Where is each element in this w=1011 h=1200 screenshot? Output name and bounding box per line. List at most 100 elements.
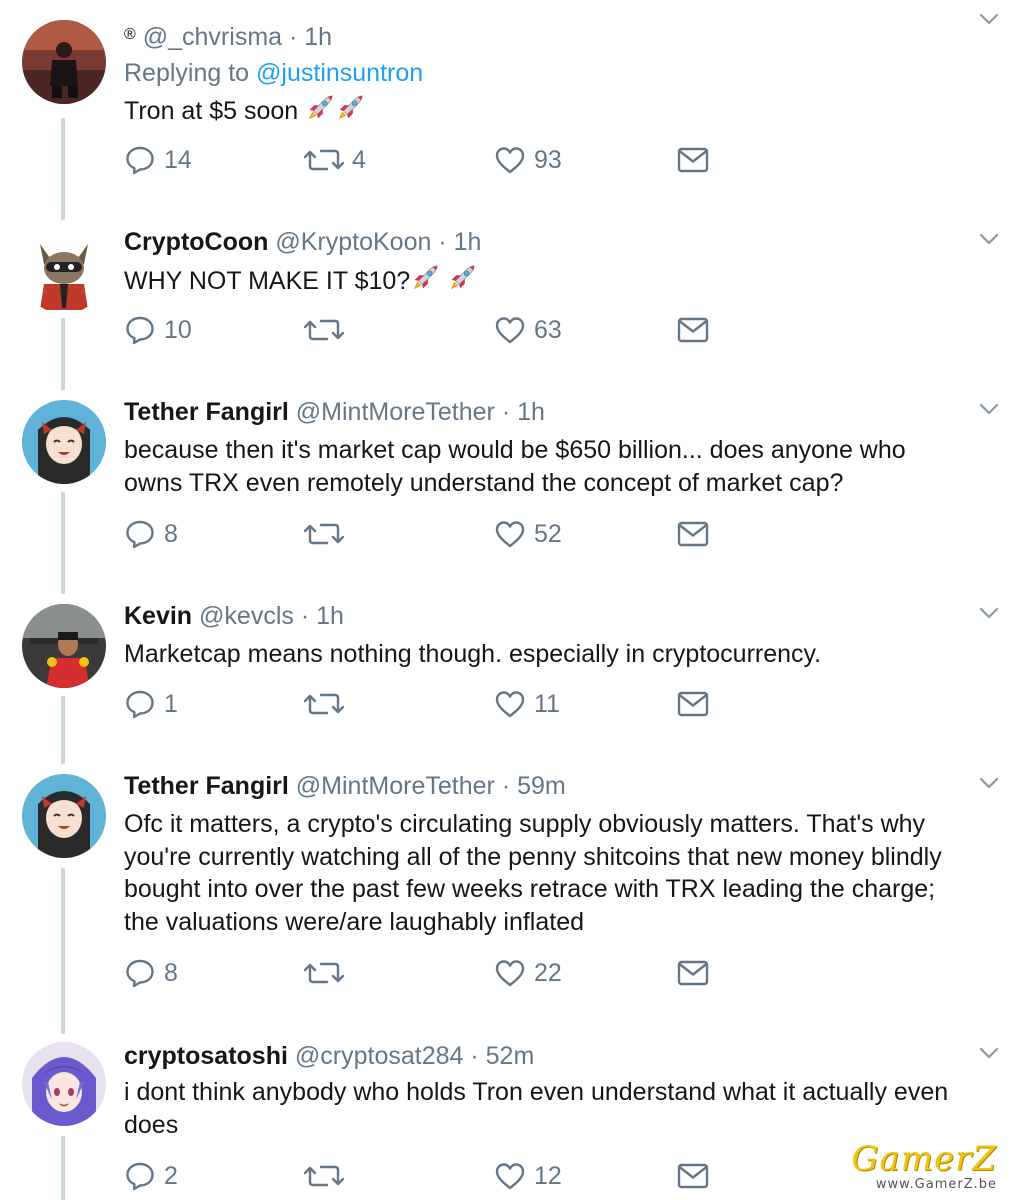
reply-count: 14 xyxy=(164,145,192,174)
like-button[interactable]: 93 xyxy=(494,140,562,180)
reply-mention-link[interactable]: @justinsuntron xyxy=(256,59,423,87)
retweet-button[interactable] xyxy=(304,1156,352,1196)
user-handle[interactable]: @kevcls xyxy=(199,602,294,630)
tweet-header: cryptosatoshi @cryptosat284 · 52m xyxy=(124,1039,534,1073)
timestamp[interactable]: 1h xyxy=(304,23,332,51)
tweet-text-line: because then it's market cap would be $6… xyxy=(124,436,906,464)
chevron-down-icon[interactable] xyxy=(979,606,999,624)
retweet-button[interactable] xyxy=(304,310,352,350)
chevron-down-icon[interactable] xyxy=(979,232,999,250)
message-button[interactable] xyxy=(677,1156,709,1196)
message-button[interactable] xyxy=(677,514,709,554)
like-count: 52 xyxy=(534,519,562,548)
display-name[interactable]: Tether Fangirl xyxy=(124,398,289,426)
like-icon xyxy=(494,518,526,550)
avatar[interactable] xyxy=(22,230,106,314)
tweet-header: Tether Fangirl @MintMoreTether · 1h xyxy=(124,395,545,429)
retweet-count: 4 xyxy=(352,145,366,174)
avatar[interactable] xyxy=(22,604,106,688)
timestamp[interactable]: 1h xyxy=(454,228,482,256)
retweet-button[interactable] xyxy=(304,953,352,993)
rocket-emoji xyxy=(335,93,365,123)
user-handle[interactable]: @_chvrisma xyxy=(143,23,282,51)
reply-count: 8 xyxy=(164,958,178,987)
like-button[interactable]: 52 xyxy=(494,514,562,554)
tweet-text-line: Ofc it matters, a crypto's circulating s… xyxy=(124,810,926,838)
like-button[interactable]: 12 xyxy=(494,1156,562,1196)
like-button[interactable]: 22 xyxy=(494,953,562,993)
retweet-button[interactable] xyxy=(304,684,352,724)
avatar[interactable] xyxy=(22,774,106,858)
user-handle[interactable]: @MintMoreTether xyxy=(296,772,495,800)
like-button[interactable]: 11 xyxy=(494,684,560,724)
tweet[interactable]: Tether Fangirl @MintMoreTether · 59m Ofc… xyxy=(0,764,1011,1034)
timestamp[interactable]: 59m xyxy=(517,772,566,800)
rocket-emoji xyxy=(410,263,440,293)
replying-to: Replying to @justinsuntron xyxy=(124,56,423,90)
display-name[interactable]: CryptoCoon xyxy=(124,228,268,256)
reply-count: 8 xyxy=(164,519,178,548)
retweet-button[interactable] xyxy=(304,514,352,554)
tweet[interactable]: Tether Fangirl @MintMoreTether · 1h beca… xyxy=(0,390,1011,594)
message-button[interactable] xyxy=(677,310,709,350)
reply-icon xyxy=(124,314,156,346)
reply-button[interactable]: 8 xyxy=(124,953,178,993)
chevron-down-icon[interactable] xyxy=(979,402,999,420)
tweet-text-line: bought into over the past few weeks retr… xyxy=(124,875,936,903)
like-icon xyxy=(494,1160,526,1192)
tweet[interactable]: CryptoCoon @KryptoKoon · 1h WHY NOT MAKE… xyxy=(0,220,1011,390)
rocket-emoji xyxy=(305,93,335,123)
reply-icon xyxy=(124,688,156,720)
tweet-actions: 8 52 xyxy=(124,514,724,554)
reply-prefix: Replying to xyxy=(124,59,250,87)
tweet[interactable]: ® @_chvrisma · 1h Replying to @justinsun… xyxy=(0,0,1011,220)
rocket-emoji xyxy=(447,263,477,293)
reply-button[interactable]: 10 xyxy=(124,310,192,350)
tweet-text-content: WHY NOT MAKE IT $10? xyxy=(124,267,411,295)
verified-mark: ® xyxy=(124,26,136,43)
display-name[interactable]: Tether Fangirl xyxy=(124,772,289,800)
tweet-header: Kevin @kevcls · 1h xyxy=(124,599,344,633)
retweet-icon xyxy=(304,688,344,720)
message-button[interactable] xyxy=(677,140,709,180)
timestamp[interactable]: 52m xyxy=(486,1042,535,1070)
chevron-down-icon[interactable] xyxy=(979,12,999,30)
tweet-text: i dont think anybody who holds Tron even… xyxy=(124,1076,1004,1141)
reply-button[interactable]: 14 xyxy=(124,140,192,180)
avatar[interactable] xyxy=(22,1042,106,1126)
tweet-text-line: you're currently watching all of the pen… xyxy=(124,842,942,871)
avatar[interactable] xyxy=(22,400,106,484)
display-name[interactable]: cryptosatoshi xyxy=(124,1042,288,1070)
reply-icon xyxy=(124,957,156,989)
tweet-text-content: Marketcap means nothing though. especial… xyxy=(124,640,822,668)
like-icon xyxy=(494,957,526,989)
like-icon xyxy=(494,144,526,176)
separator: · xyxy=(470,1042,479,1070)
separator: · xyxy=(501,772,511,800)
message-icon xyxy=(677,317,709,343)
display-name[interactable]: Kevin xyxy=(124,602,192,630)
reply-count: 2 xyxy=(164,1161,178,1190)
message-button[interactable] xyxy=(677,684,709,724)
like-count: 93 xyxy=(534,145,562,174)
avatar[interactable] xyxy=(22,20,106,104)
tweet-actions: 10 63 xyxy=(124,310,724,350)
chevron-down-icon[interactable] xyxy=(979,1046,999,1064)
reply-button[interactable]: 8 xyxy=(124,514,178,554)
like-count: 22 xyxy=(534,958,562,987)
user-handle[interactable]: @cryptosat284 xyxy=(295,1042,464,1070)
like-button[interactable]: 63 xyxy=(494,310,562,350)
tweet[interactable]: Kevin @kevcls · 1h Marketcap means nothi… xyxy=(0,594,1011,764)
reply-button[interactable]: 1 xyxy=(124,684,178,724)
reply-button[interactable]: 2 xyxy=(124,1156,178,1196)
chevron-down-icon[interactable] xyxy=(979,776,999,794)
user-handle[interactable]: @KryptoKoon xyxy=(275,228,431,256)
retweet-button[interactable]: 4 xyxy=(304,140,366,180)
separator: · xyxy=(289,23,298,51)
user-handle[interactable]: @MintMoreTether xyxy=(296,398,495,426)
message-button[interactable] xyxy=(677,953,709,993)
separator: · xyxy=(501,398,511,426)
timestamp[interactable]: 1h xyxy=(517,398,545,426)
timestamp[interactable]: 1h xyxy=(316,602,344,630)
retweet-icon xyxy=(304,957,344,989)
